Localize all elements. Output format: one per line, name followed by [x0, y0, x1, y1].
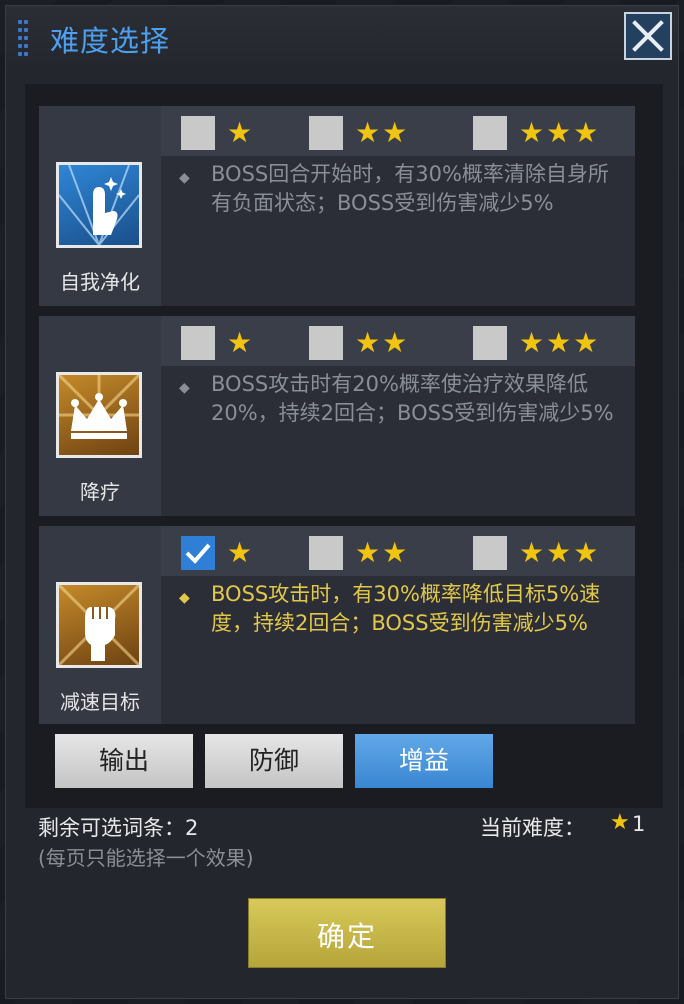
difficulty-dialog: 难度选择 自我净化 ★ ★★ ★★★ ◆ BOSS回合开始时，有30%概率清除自…	[5, 5, 679, 999]
description-text: BOSS攻击时，有30%概率降低目标5%速度，持续2回合；BOSS受到伤害减少5…	[211, 582, 601, 635]
title-bar: 难度选择	[6, 6, 678, 66]
two-star-icon: ★★	[355, 326, 410, 359]
level1-checkbox[interactable]	[181, 536, 215, 570]
confirm-label: 确定	[316, 920, 377, 953]
checkmark-icon	[185, 543, 211, 564]
skill-card-slow-target: 减速目标 ★ ★★ ★★★ ◆ BOSS攻击时，有30%概率降低目标5%速度，持…	[39, 526, 635, 724]
level1-checkbox[interactable]	[181, 116, 215, 150]
dialog-title: 难度选择	[50, 24, 171, 58]
level2-checkbox[interactable]	[309, 326, 343, 360]
level3-checkbox[interactable]	[473, 326, 507, 360]
skill-name: 减速目标	[60, 690, 140, 714]
drag-grip-icon	[18, 20, 30, 56]
two-star-icon: ★★	[355, 536, 410, 569]
hand-sparkle-icon	[56, 162, 142, 248]
skill-icon-column: 降疗	[39, 316, 161, 516]
close-icon	[632, 20, 664, 52]
bullet-icon: ◆	[179, 590, 190, 606]
level2-checkbox[interactable]	[309, 536, 343, 570]
star-level-row: ★ ★★ ★★★	[161, 106, 635, 156]
three-star-icon: ★★★	[519, 326, 601, 359]
skill-card-self-purify: 自我净化 ★ ★★ ★★★ ◆ BOSS回合开始时，有30%概率清除自身所有负面…	[39, 106, 635, 306]
two-star-icon: ★★	[355, 116, 410, 149]
bullet-icon: ◆	[179, 170, 190, 186]
tab-buff[interactable]: 增益	[355, 734, 493, 788]
level2-checkbox[interactable]	[309, 116, 343, 150]
description-text: BOSS回合开始时，有30%概率清除自身所有负面状态；BOSS受到伤害减少5%	[211, 162, 609, 215]
confirm-button[interactable]: 确定	[248, 898, 446, 968]
skill-list-panel: 自我净化 ★ ★★ ★★★ ◆ BOSS回合开始时，有30%概率清除自身所有负面…	[25, 84, 663, 808]
skill-icon-column: 自我净化	[39, 106, 161, 306]
one-star-icon: ★	[227, 536, 255, 569]
one-star-icon: ★	[227, 326, 255, 359]
level3-checkbox[interactable]	[473, 536, 507, 570]
difficulty-value: 1	[632, 812, 646, 836]
difficulty-label: 当前难度：	[480, 816, 585, 840]
tab-defense[interactable]: 防御	[205, 734, 343, 788]
skill-name: 自我净化	[60, 270, 140, 294]
close-button[interactable]	[624, 12, 672, 60]
fist-icon	[56, 582, 142, 668]
level3-checkbox[interactable]	[473, 116, 507, 150]
skill-name: 降疗	[80, 480, 120, 504]
three-star-icon: ★★★	[519, 536, 601, 569]
description-text: BOSS攻击时有20%概率使治疗效果降低20%，持续2回合；BOSS受到伤害减少…	[211, 372, 614, 425]
star-level-row: ★ ★★ ★★★	[161, 316, 635, 366]
difficulty-star-icon: ★	[610, 810, 630, 835]
skill-icon-column: 减速目标	[39, 526, 161, 724]
tab-output[interactable]: 输出	[55, 734, 193, 788]
one-star-icon: ★	[227, 116, 255, 149]
three-star-icon: ★★★	[519, 116, 601, 149]
selection-hint: (每页只能选择一个效果)	[38, 846, 254, 870]
remaining-count: 剩余可选词条：2	[38, 816, 199, 840]
crown-icon	[56, 372, 142, 458]
skill-card-heal-reduction: 降疗 ★ ★★ ★★★ ◆ BOSS攻击时有20%概率使治疗效果降低20%，持续…	[39, 316, 635, 516]
level1-checkbox[interactable]	[181, 326, 215, 360]
star-level-row: ★ ★★ ★★★	[161, 526, 635, 576]
bullet-icon: ◆	[179, 380, 190, 396]
